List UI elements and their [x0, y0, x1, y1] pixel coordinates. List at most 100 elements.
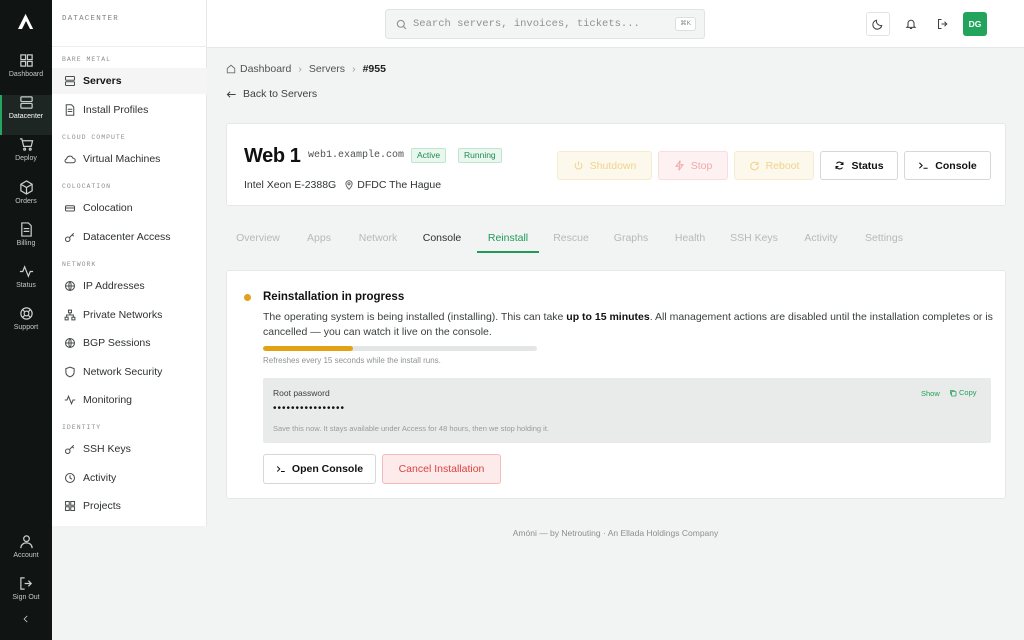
lifebuoy-icon: [19, 307, 33, 320]
tab-settings[interactable]: Settings: [863, 224, 905, 253]
back-link[interactable]: Back to Servers: [226, 88, 317, 100]
password-label: Root password: [273, 388, 330, 398]
sidebar-item-ssh-keys[interactable]: SSH Keys: [52, 436, 207, 462]
tab-console[interactable]: Console: [421, 224, 463, 253]
show-password-button[interactable]: Show: [921, 389, 940, 398]
rail-item-orders[interactable]: Orders: [0, 180, 52, 220]
copy-password-button[interactable]: Copy: [949, 388, 977, 397]
tab-activity[interactable]: Activity: [801, 224, 841, 253]
chevron-left-icon: [23, 615, 28, 623]
sidebar-item-ip-addresses[interactable]: IP Addresses: [52, 273, 207, 299]
tab-overview[interactable]: Overview: [234, 224, 282, 253]
avatar[interactable]: DG: [963, 12, 987, 36]
document-icon: [20, 222, 32, 237]
server-cpu: Intel Xeon E-2388G: [244, 179, 337, 191]
server-tabs: Overview Apps Network Console Reinstall …: [226, 224, 1006, 253]
moon-icon: [872, 19, 883, 30]
bell-icon: [905, 19, 917, 30]
tab-reinstall[interactable]: Reinstall: [477, 224, 539, 253]
copy-label: Copy: [959, 388, 977, 397]
tab-health[interactable]: Health: [673, 224, 707, 253]
tab-graphs[interactable]: Graphs: [612, 224, 650, 253]
desc-part: The operating system is being installed …: [263, 311, 567, 323]
server-location: DFDC The Hague: [357, 179, 442, 191]
breadcrumb-dashboard[interactable]: Dashboard: [240, 63, 291, 75]
console-label: Console: [935, 159, 977, 172]
theme-toggle-button[interactable]: [866, 12, 890, 36]
sidebar-section-title: NETWORK: [62, 261, 97, 268]
reboot-button[interactable]: Reboot: [734, 151, 814, 180]
sidebar-item-bgp-sessions[interactable]: BGP Sessions: [52, 330, 207, 356]
cancel-installation-button[interactable]: Cancel Installation: [382, 454, 501, 484]
install-progress-bar: [263, 346, 537, 351]
copy-icon: [950, 389, 957, 396]
drive-icon: [64, 205, 76, 212]
server-hostname: web1.example.com: [308, 150, 405, 161]
sign-out-button[interactable]: [931, 12, 955, 36]
search-input[interactable]: Search servers, invoices, tickets... ⌘K: [385, 9, 705, 39]
rail-label: Billing: [16, 240, 36, 247]
collapse-rail-button[interactable]: [0, 614, 52, 634]
sidebar-item-label: BGP Sessions: [83, 337, 151, 349]
breadcrumb: Dashboard › Servers › #955: [226, 63, 386, 75]
rail-item-sign-out[interactable]: Sign Out: [0, 576, 52, 616]
sidebar-item-datacenter-access[interactable]: Datacenter Access: [52, 224, 207, 250]
shutdown-button[interactable]: Shutdown: [557, 151, 652, 180]
sidebar-item-monitoring[interactable]: Monitoring: [52, 387, 207, 413]
tab-ssh-keys[interactable]: SSH Keys: [730, 224, 778, 253]
sidebar-item-label: Projects: [83, 500, 121, 512]
sidebar-item-network-security[interactable]: Network Security: [52, 359, 207, 385]
status-badge-active: Active: [411, 148, 447, 163]
rail-item-status[interactable]: Status: [0, 264, 52, 304]
sidebar-item-label: SSH Keys: [83, 443, 131, 455]
globe-icon: [64, 337, 76, 349]
tab-rescue[interactable]: Rescue: [552, 224, 590, 253]
sidebar-item-servers[interactable]: Servers: [52, 68, 207, 94]
chevron-right-icon: ›: [298, 63, 302, 75]
rail-label: Datacenter: [8, 113, 44, 120]
open-console-label: Open Console: [291, 463, 364, 475]
cart-icon: [19, 138, 33, 151]
open-console-button[interactable]: Open Console: [263, 454, 376, 484]
sidebar-section-title: IDENTITY: [62, 424, 102, 431]
tab-network[interactable]: Network: [356, 224, 400, 253]
reinstall-title: Reinstallation in progress: [263, 291, 405, 303]
sign-out-icon: [19, 577, 32, 590]
sidebar-divider: [52, 46, 207, 47]
sidebar-item-virtual-machines[interactable]: Virtual Machines: [52, 146, 207, 172]
key-icon: [64, 444, 75, 455]
server-header-card: Web 1 web1.example.com Active Running In…: [226, 123, 1006, 206]
stop-button[interactable]: Stop: [658, 151, 728, 180]
sidebar-item-install-profiles[interactable]: Install Profiles: [52, 97, 207, 123]
rail-label: Account: [13, 552, 39, 559]
tab-apps[interactable]: Apps: [305, 224, 333, 253]
rail-item-deploy[interactable]: Deploy: [0, 137, 52, 177]
breadcrumb-servers[interactable]: Servers: [309, 63, 345, 75]
notifications-button[interactable]: [899, 12, 923, 36]
sidebar-item-private-networks[interactable]: Private Networks: [52, 302, 207, 328]
zap-icon: [674, 160, 684, 171]
reboot-label: Reboot: [765, 159, 800, 172]
search-shortcut: ⌘K: [675, 17, 696, 31]
sidebar-section-title: BARE METAL: [62, 56, 112, 63]
sidebar-item-colocation[interactable]: Colocation: [52, 195, 207, 221]
console-button[interactable]: Console: [904, 151, 991, 180]
terminal-icon: [276, 466, 285, 472]
pulse-icon: [19, 265, 33, 278]
rail-item-datacenter[interactable]: Datacenter: [0, 95, 52, 135]
user-icon: [19, 535, 33, 549]
rail-item-billing[interactable]: Billing: [0, 222, 52, 262]
sidebar-item-label: Monitoring: [83, 394, 133, 406]
status-button[interactable]: Status: [820, 151, 898, 180]
rail-item-support[interactable]: Support: [0, 306, 52, 346]
rail-item-dashboard[interactable]: Dashboard: [0, 53, 52, 93]
location-pin-icon: [345, 180, 353, 190]
rail-item-account[interactable]: Account: [0, 534, 52, 574]
sidebar-item-activity[interactable]: Activity: [52, 465, 207, 491]
sidebar-item-projects[interactable]: Projects: [52, 493, 207, 519]
rail-label: Deploy: [15, 155, 37, 162]
brand-logo-icon[interactable]: [13, 8, 39, 34]
sidebar: DATACENTER BARE METAL Servers Install Pr…: [52, 0, 207, 526]
box-icon: [19, 180, 33, 195]
sidebar-item-label: Install Profiles: [83, 104, 149, 116]
